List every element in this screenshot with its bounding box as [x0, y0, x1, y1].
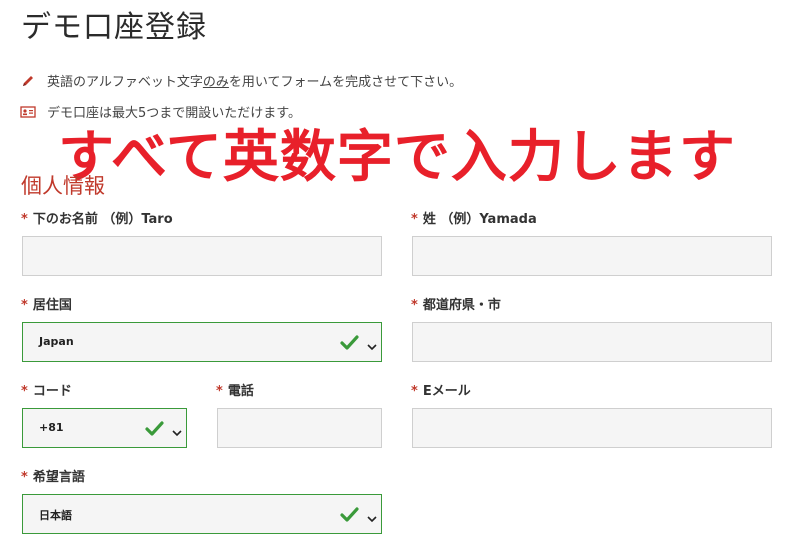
code-select[interactable]: +81 [22, 408, 187, 448]
email-label-text: Eメール [422, 384, 471, 399]
first-name-label-text: 下のお名前 （例）Taro [32, 212, 173, 227]
required-mark: * [411, 212, 418, 227]
email-input[interactable] [412, 408, 772, 448]
check-icon [339, 504, 359, 524]
phone-label: * 電話 [216, 380, 254, 399]
prefecture-input[interactable] [412, 322, 772, 362]
country-select[interactable]: Japan [22, 322, 382, 362]
country-value: Japan [39, 335, 74, 348]
last-name-label-text: 姓 （例）Yamada [422, 212, 537, 227]
prefecture-label-text: 都道府県・市 [422, 298, 501, 313]
language-select[interactable]: 日本語 [22, 494, 382, 534]
notice-text-underlined: のみ [202, 75, 229, 90]
language-value: 日本語 [39, 509, 72, 522]
phone-input[interactable] [217, 408, 382, 448]
required-mark: * [411, 384, 418, 399]
last-name-label: * 姓 （例）Yamada [411, 208, 537, 227]
email-label: * Eメール [411, 380, 471, 399]
required-mark: * [411, 298, 418, 313]
code-label: * コード [21, 380, 72, 399]
language-label: * 希望言語 [21, 466, 85, 485]
code-label-text: コード [32, 384, 72, 399]
required-mark: * [216, 384, 223, 399]
country-label: * 居住国 [21, 294, 72, 313]
id-card-icon [20, 104, 36, 120]
notice-text-after: を用いてフォームを完成させて下さい。 [228, 75, 463, 90]
required-mark: * [21, 212, 28, 227]
chevron-down-icon [367, 337, 377, 351]
chevron-down-icon [172, 423, 182, 437]
pencil-icon [20, 73, 36, 89]
chevron-down-icon [367, 509, 377, 523]
code-value: +81 [39, 421, 64, 434]
last-name-input[interactable] [412, 236, 772, 276]
notice-text-before: 英語のアルファベット文字 [47, 75, 203, 90]
first-name-label: * 下のお名前 （例）Taro [21, 208, 173, 227]
country-label-text: 居住国 [32, 298, 72, 313]
required-mark: * [21, 298, 28, 313]
overlay-instruction: すべて英数字で入力します [58, 125, 736, 190]
first-name-input[interactable] [22, 236, 382, 276]
notice-english-only: 英語のアルファベット文字 のみ を用いてフォームを完成させて下さい。 [20, 71, 462, 90]
required-mark: * [21, 384, 28, 399]
check-icon [339, 332, 359, 352]
section-title-personal-info: 個人情報 [21, 174, 105, 198]
page-title: デモ口座登録 [21, 10, 207, 45]
language-label-text: 希望言語 [32, 470, 85, 485]
check-icon [144, 418, 164, 438]
required-mark: * [21, 470, 28, 485]
phone-label-text: 電話 [227, 384, 254, 399]
prefecture-label: * 都道府県・市 [411, 294, 501, 313]
